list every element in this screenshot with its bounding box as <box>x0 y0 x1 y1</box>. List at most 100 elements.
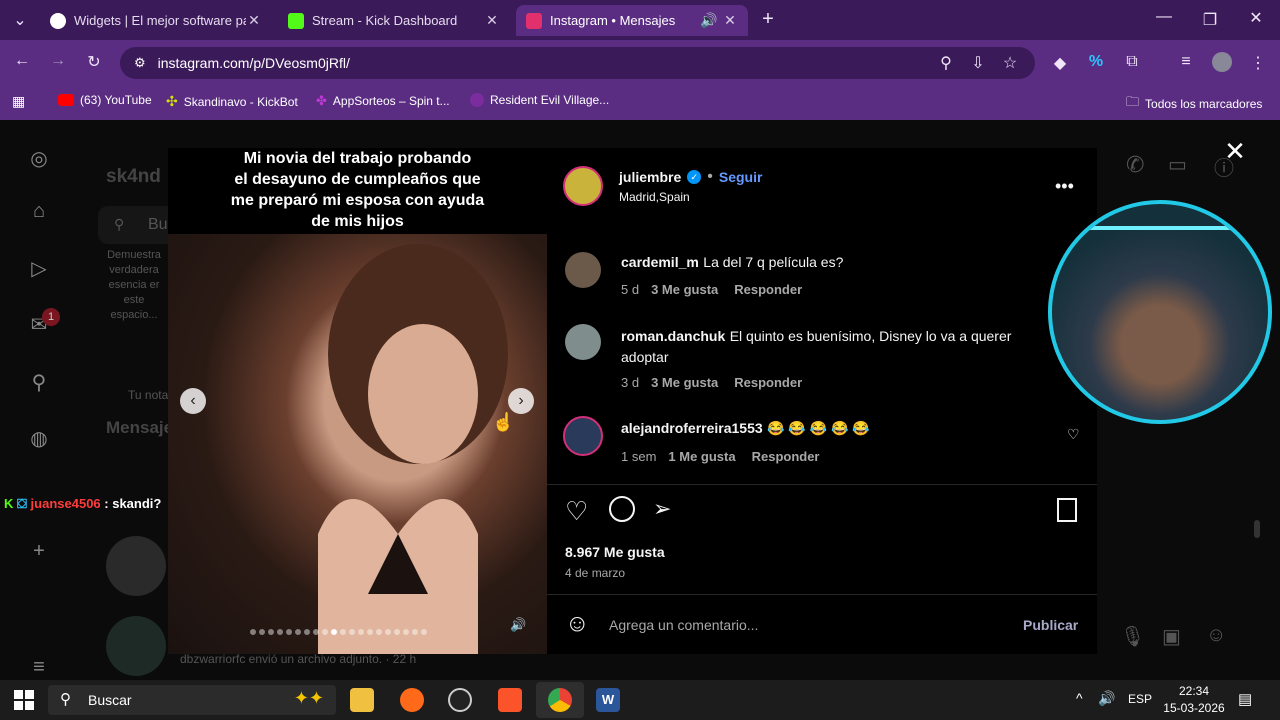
volume-icon[interactable]: 🔊 <box>1098 690 1115 707</box>
start-icon[interactable] <box>14 690 34 710</box>
sticker-icon[interactable]: ☺ <box>1206 624 1226 647</box>
author-username[interactable]: juliembre <box>619 169 681 185</box>
extension-diamond-icon[interactable]: ◆ <box>1050 53 1070 73</box>
save-icon[interactable] <box>1057 498 1077 522</box>
follow-button[interactable]: Seguir <box>719 169 763 185</box>
reload-icon[interactable]: ↻ <box>84 52 104 72</box>
notifications-icon[interactable]: ▤ <box>1238 690 1252 708</box>
language-indicator[interactable]: ESP <box>1128 692 1152 706</box>
mute-icon[interactable]: 🔊 <box>510 617 526 633</box>
close-tab-icon[interactable]: ✕ <box>246 12 262 29</box>
comment-meta: 1 sem 1 Me gusta Responder <box>621 449 836 464</box>
reply-button[interactable]: Responder <box>734 282 802 297</box>
comment: roman.danchuk El quinto es buenísimo, Di… <box>621 326 1071 368</box>
tab-search-chevron-icon[interactable]: ⌄ <box>10 10 30 30</box>
clock[interactable]: 22:34 15-03-2026 <box>1162 683 1226 717</box>
comment-text: La del 7 q película es? <box>703 254 844 270</box>
more-options-icon[interactable]: ••• <box>1055 176 1074 197</box>
comment-likes[interactable]: 1 Me gusta <box>668 449 735 464</box>
comment-avatar[interactable] <box>565 324 601 360</box>
comment-username[interactable]: roman.danchuk <box>621 328 725 344</box>
image-icon[interactable]: ▣ <box>1162 624 1181 649</box>
like-icon[interactable]: ♡ <box>565 496 588 527</box>
media-control-icon[interactable]: ≡ <box>1176 53 1196 71</box>
close-tab-icon[interactable]: ✕ <box>484 12 500 29</box>
next-arrow-icon[interactable]: › <box>508 388 534 414</box>
reply-button[interactable]: Responder <box>752 449 820 464</box>
file-explorer-icon[interactable] <box>350 688 374 712</box>
close-tab-icon[interactable]: ✕ <box>722 12 738 29</box>
conversation-avatar[interactable] <box>106 536 166 596</box>
search-icon: ⚲ <box>60 691 71 708</box>
location-link[interactable]: Madrid,Spain <box>619 190 690 204</box>
obs-icon[interactable] <box>448 688 472 712</box>
taskbar-search[interactable]: ⚲ Buscar ✦✦ <box>48 685 336 715</box>
tab-kick[interactable]: Stream - Kick Dashboard ✕ <box>278 5 510 36</box>
comment-input[interactable]: Agrega un comentario... <box>609 617 758 633</box>
conversation-avatar[interactable] <box>106 616 166 676</box>
publish-button[interactable]: Publicar <box>1023 617 1078 633</box>
comment-avatar[interactable] <box>565 252 601 288</box>
create-icon[interactable]: + <box>26 540 52 566</box>
more-menu-icon[interactable]: ≡ <box>26 656 52 680</box>
bookmark-resident-evil[interactable]: Resident Evil Village... <box>470 93 609 107</box>
emoji-icon[interactable]: ☺ <box>565 610 590 638</box>
forward-icon[interactable]: → <box>48 52 68 70</box>
brave-icon[interactable] <box>498 688 522 712</box>
address-bar[interactable]: ⚙ instagram.com/p/DVeosm0jRfl/ <box>120 47 1035 79</box>
new-tab-icon[interactable]: + <box>758 8 778 31</box>
bookmark-kickbot[interactable]: ✣ Skandinavo - KickBot <box>166 93 298 110</box>
all-bookmarks[interactable]: 🗀 Todos los marcadores <box>1126 93 1262 115</box>
bookmark-label: Resident Evil Village... <box>490 93 610 107</box>
search-box[interactable]: ⚲ Bu <box>98 206 178 244</box>
menu-kebab-icon[interactable]: ⋮ <box>1248 53 1268 73</box>
tab-widgets[interactable]: Widgets | El mejor software pa ✕ <box>40 5 272 36</box>
bookmark-appsorteos[interactable]: ✤ AppSorteos – Spin t... <box>316 93 450 109</box>
restore-icon[interactable]: ❐ <box>1200 10 1220 30</box>
word-icon[interactable]: W <box>596 688 620 712</box>
comment-username[interactable]: cardemil_m <box>621 254 699 270</box>
tab-instagram[interactable]: Instagram • Mensajes 🔊 ✕ <box>516 5 748 36</box>
like-comment-icon[interactable]: ♡ <box>1067 426 1080 443</box>
comment-likes[interactable]: 3 Me gusta <box>651 375 718 390</box>
app-orange-icon[interactable] <box>400 688 424 712</box>
microphone-icon[interactable]: 🎙 <box>1120 624 1145 649</box>
show-hidden-icons[interactable]: ^ <box>1076 690 1083 706</box>
extension-translate-icon[interactable]: % <box>1086 53 1106 71</box>
audio-playing-icon[interactable]: 🔊 <box>700 12 717 29</box>
reply-button[interactable]: Responder <box>734 375 802 390</box>
site-settings-icon[interactable]: ⚙ <box>134 55 146 71</box>
scrollbar-thumb[interactable] <box>1254 520 1260 538</box>
extensions-puzzle-icon[interactable]: ⧉ <box>1122 53 1142 71</box>
window-close-icon[interactable]: ✕ <box>1246 8 1266 28</box>
verified-icon: ✓ <box>687 170 702 184</box>
comment-username[interactable]: alejandroferreira1553 <box>621 420 763 436</box>
back-icon[interactable]: ← <box>12 52 32 70</box>
profile-avatar[interactable] <box>1212 52 1232 72</box>
author-avatar[interactable] <box>563 166 603 206</box>
zoom-icon[interactable]: ⚲ <box>936 53 956 73</box>
comment-meta: 5 d 3 Me gusta Responder <box>621 282 818 297</box>
post-media[interactable]: Mi novia del trabajo probando el desayun… <box>168 148 547 654</box>
home-icon[interactable]: ⌂ <box>26 200 52 226</box>
install-app-icon[interactable]: ⇩ <box>968 53 988 73</box>
bookmark-youtube[interactable]: (63) YouTube <box>58 93 152 107</box>
bookmark-star-icon[interactable]: ☆ <box>1000 53 1020 73</box>
video-call-icon[interactable]: ▭ <box>1168 152 1187 177</box>
comment-icon[interactable] <box>609 496 635 522</box>
likes-count[interactable]: 8.967 Me gusta <box>565 544 665 560</box>
comment-likes[interactable]: 3 Me gusta <box>651 282 718 297</box>
share-icon[interactable]: ➢ <box>653 496 671 522</box>
bookmark-label: (63) YouTube <box>80 93 152 107</box>
close-modal-icon[interactable]: ✕ <box>1220 136 1250 166</box>
explore-icon[interactable]: ◍ <box>26 426 52 452</box>
apps-grid-icon[interactable]: ▦ <box>12 93 25 110</box>
instagram-logo-icon[interactable]: ◎ <box>26 146 52 172</box>
search-icon[interactable]: ⚲ <box>26 370 52 396</box>
chrome-icon[interactable] <box>548 688 572 712</box>
comment-avatar[interactable] <box>563 416 603 456</box>
minimize-icon[interactable]: — <box>1154 8 1174 26</box>
previous-arrow-icon[interactable]: ‹ <box>180 388 206 414</box>
call-icon[interactable]: ✆ <box>1126 152 1144 178</box>
reels-icon[interactable]: ▷ <box>26 256 52 282</box>
